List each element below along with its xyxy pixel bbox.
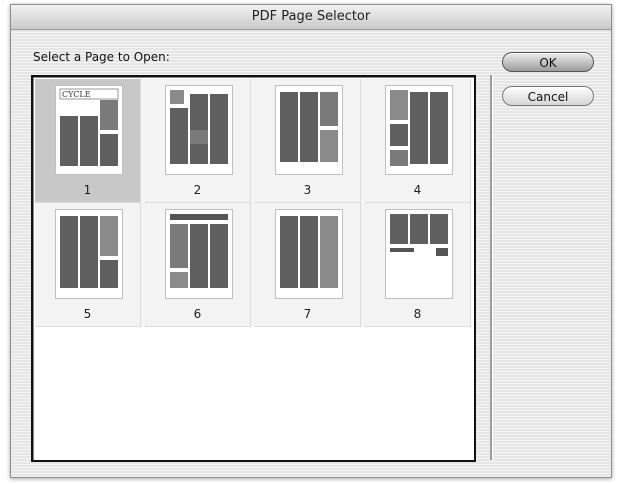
page-cell-3[interactable]: 3 [255,79,361,203]
page-thumbnail [385,85,453,175]
page-thumbnail: CYCLE [55,85,123,175]
page-thumbnail [55,209,123,299]
page-cell-7[interactable]: 7 [255,203,361,327]
page-thumbnail [165,85,233,175]
page-thumbnail [165,209,233,299]
dialog-title: PDF Page Selector [11,5,611,30]
page-thumbnail [275,209,343,299]
page-cell-8[interactable]: 8 [365,203,471,327]
page-number-label: 1 [83,183,92,197]
page-number-label: 7 [303,307,312,321]
page-number-label: 6 [193,307,202,321]
page-number-label: 2 [193,183,202,197]
page-number-label: 3 [303,183,312,197]
cancel-button[interactable]: Cancel [502,86,594,106]
page-number-label: 5 [83,307,92,321]
page-thumbnail-list[interactable]: CYCLE 1 2 3 4 5 6 7 8 [31,75,476,462]
page-thumbnail [385,209,453,299]
thumbnail-masthead: CYCLE [62,90,91,99]
page-cell-6[interactable]: 6 [145,203,251,327]
page-number-label: 4 [413,183,422,197]
page-grid: CYCLE 1 2 3 4 5 6 7 8 [35,79,471,327]
page-cell-4[interactable]: 4 [365,79,471,203]
page-cell-1[interactable]: CYCLE 1 [35,79,141,203]
ok-button[interactable]: OK [502,52,594,72]
page-cell-2[interactable]: 2 [145,79,251,203]
page-thumbnail [275,85,343,175]
pdf-page-selector-dialog: PDF Page Selector Select a Page to Open:… [10,4,612,478]
divider [490,75,493,460]
page-number-label: 8 [413,307,422,321]
page-cell-5[interactable]: 5 [35,203,141,327]
select-page-prompt: Select a Page to Open: [33,50,170,64]
